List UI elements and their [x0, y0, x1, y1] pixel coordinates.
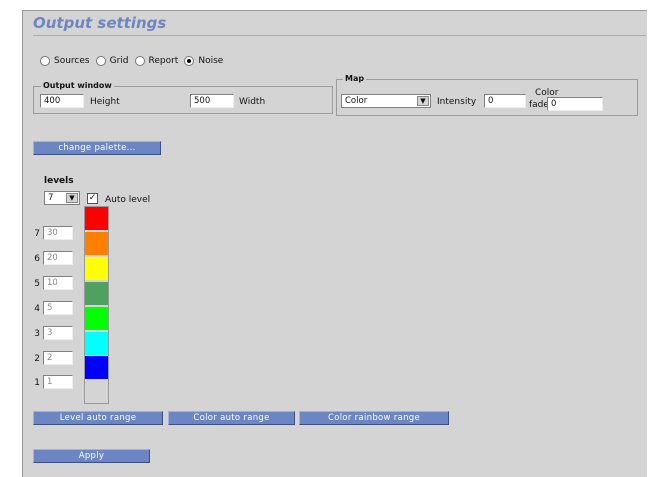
level-color-swatch[interactable]	[85, 282, 108, 305]
page-title: Output settings	[33, 14, 167, 32]
level-value-input[interactable]: 10	[43, 276, 73, 290]
color-fade-label-bottom: fade	[529, 100, 549, 110]
radio-label-noise: Noise	[198, 56, 224, 66]
radio-option-grid[interactable]: Grid	[95, 56, 129, 66]
radio-option-sources[interactable]: Sources	[40, 56, 90, 66]
level-value-input[interactable]: 20	[43, 251, 73, 265]
width-input[interactable]: 500	[190, 94, 234, 108]
level-number: 7	[34, 229, 40, 239]
output-type-radio-group: Sources Grid Report Noise	[40, 56, 223, 66]
map-mode-select[interactable]: Color ▼	[341, 94, 431, 108]
radio-label-grid: Grid	[109, 56, 129, 66]
height-label: Height	[90, 97, 120, 107]
color-auto-range-button[interactable]: Color auto range	[168, 411, 295, 425]
level-color-swatch[interactable]	[85, 307, 108, 330]
chevron-down-icon[interactable]: ▼	[66, 193, 78, 203]
level-number: 5	[34, 279, 40, 289]
level-value-input[interactable]: 3	[43, 326, 73, 340]
title-divider	[33, 35, 646, 36]
level-value-input[interactable]: 5	[43, 301, 73, 315]
radio-label-report: Report	[148, 56, 179, 66]
level-color-swatch[interactable]	[85, 232, 108, 255]
level-value-input[interactable]: 2	[43, 351, 73, 365]
level-color-swatch[interactable]	[85, 257, 108, 280]
map-legend: Map	[343, 74, 367, 83]
level-number: 2	[34, 354, 40, 364]
level-value-input[interactable]: 30	[43, 226, 73, 240]
height-input[interactable]: 400	[40, 94, 84, 108]
radio-option-report[interactable]: Report	[134, 56, 179, 66]
radio-option-noise[interactable]: Noise	[184, 56, 223, 66]
levels-count-select[interactable]: 7 ▼	[44, 191, 80, 205]
radio-report[interactable]	[134, 56, 145, 66]
auto-level-checkbox[interactable]: ✓	[87, 193, 98, 204]
radio-sources[interactable]	[40, 56, 50, 66]
level-color-swatch[interactable]	[85, 356, 108, 379]
levels-count-value: 7	[48, 193, 54, 203]
level-number: 1	[34, 378, 40, 388]
map-mode-value: Color	[345, 96, 368, 106]
output-window-legend: Output window	[41, 81, 114, 90]
level-number: 4	[34, 304, 40, 314]
intensity-label: Intensity	[437, 97, 477, 107]
levels-label: levels	[44, 176, 74, 186]
change-palette-button[interactable]: change palette...	[33, 141, 161, 155]
auto-level-label: Auto level	[105, 195, 151, 205]
apply-button[interactable]: Apply	[33, 449, 150, 463]
chevron-down-icon[interactable]: ▼	[417, 96, 429, 106]
radio-grid[interactable]	[95, 56, 106, 66]
color-fade-input[interactable]: 0	[547, 97, 603, 111]
radio-noise[interactable]	[184, 56, 195, 66]
width-label: Width	[239, 97, 266, 107]
level-color-swatch[interactable]	[85, 207, 108, 230]
level-number: 3	[34, 329, 40, 339]
level-auto-range-button[interactable]: Level auto range	[33, 411, 163, 425]
radio-label-sources: Sources	[54, 56, 90, 66]
level-number: 6	[34, 254, 40, 264]
level-color-swatch[interactable]	[85, 332, 108, 355]
level-value-input[interactable]: 1	[43, 375, 73, 389]
color-rainbow-range-button[interactable]: Color rainbow range	[299, 411, 449, 425]
intensity-input[interactable]: 0	[484, 94, 526, 108]
